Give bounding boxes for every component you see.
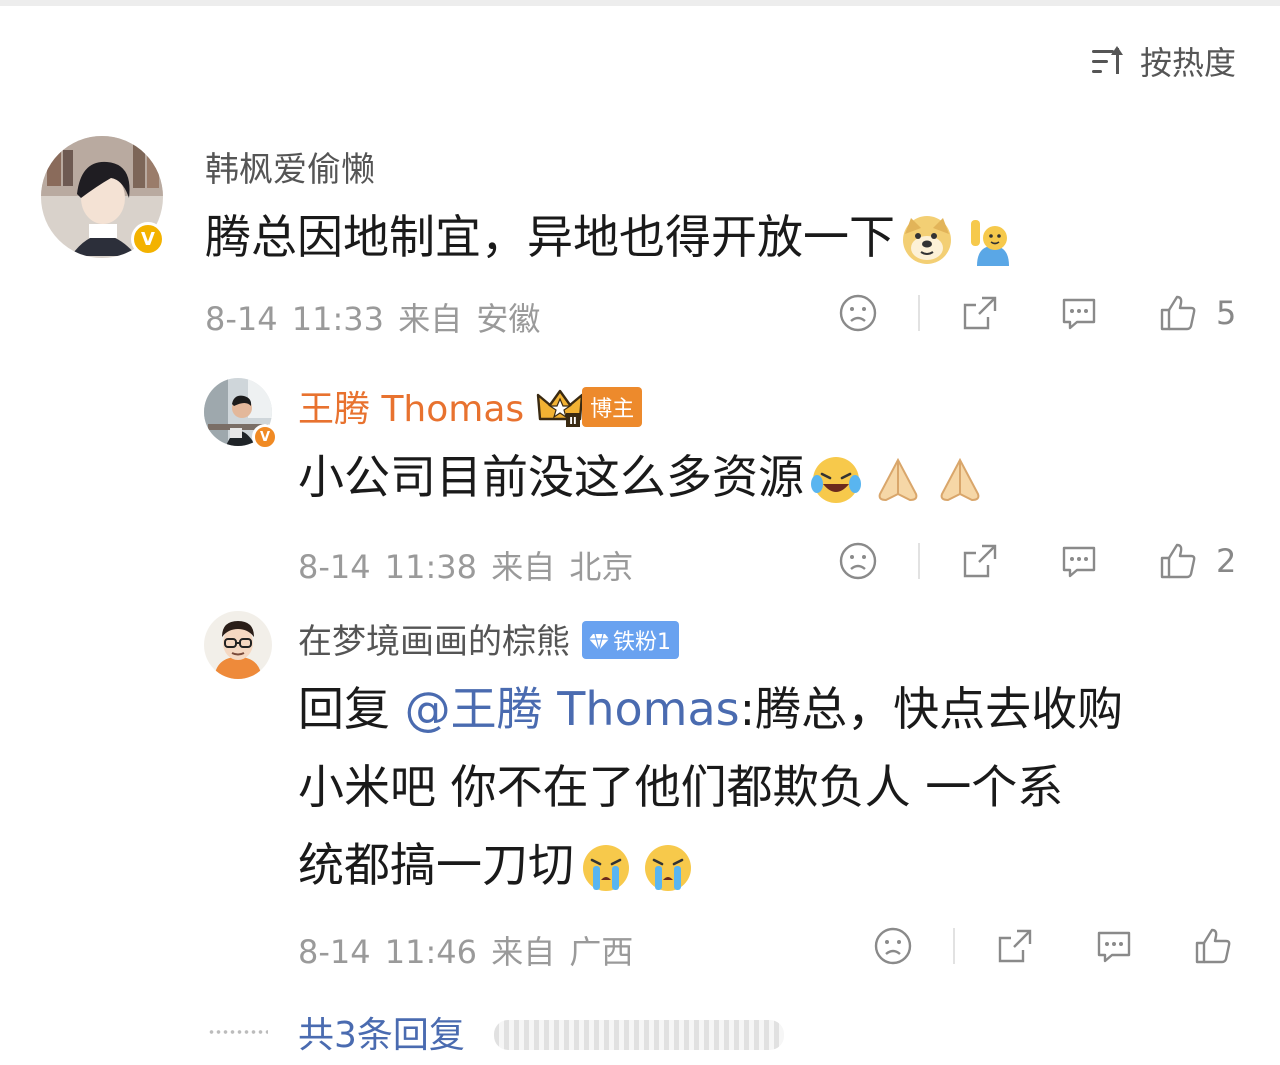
action-divider [918,295,920,331]
comment-content: 腾总因地制宜，异地也得开放一下 [205,198,1019,276]
action-divider [953,928,955,964]
avatar[interactable]: V [41,136,165,258]
like-button[interactable] [1156,291,1200,335]
comment-author[interactable]: 韩枫爱偷懒 [205,142,375,191]
frown-icon [874,927,912,965]
comment-text: 统都搞一刀切 [298,838,574,892]
reply-button[interactable] [1057,291,1101,335]
comment-actions: 5 [0,291,1280,335]
like-button[interactable] [1156,539,1200,583]
diamond-icon [589,633,609,650]
more-replies-row: 共3条回复 [208,1006,465,1058]
thumbs-up-icon [1160,543,1196,579]
comment-actions [0,924,1280,968]
comment-icon [1097,931,1131,963]
dislike-button[interactable] [836,539,880,583]
avatar[interactable] [204,611,272,679]
more-replies-link[interactable]: 共3条回复 [298,1006,465,1058]
crying-emoji [580,839,632,891]
doge-emoji [901,211,953,264]
share-icon [963,544,997,578]
share-button[interactable] [958,539,1002,583]
sort-by-hot-button[interactable]: 按热度 [1090,38,1236,84]
comment-text: :腾总，快点去收购 [739,682,1124,736]
pray-hands-emoji [872,451,924,503]
laugh-cry-emoji [810,451,862,503]
like-count: 5 [1216,294,1237,332]
raise-hand-emoji [967,211,1019,266]
reply-button[interactable] [1057,539,1101,583]
mention-link[interactable]: @王腾 Thomas [405,682,740,736]
fan-badge-label: 铁粉1 [613,629,671,655]
dislike-button[interactable] [871,924,915,968]
thumbs-up-icon [1195,928,1231,964]
comment-content: 回复 @王腾 Thomas:腾总，快点去收购 小米吧 你不在了他们都欺负人 一个… [298,670,1123,904]
comment-icon [1062,298,1096,330]
top-divider [0,0,1280,6]
crown-icon: II [536,387,584,427]
comment-line: 小米吧 你不在了他们都欺负人 一个系 [298,748,1123,826]
share-icon [963,296,997,330]
verified-badge-icon: V [131,222,165,256]
comment-author[interactable]: 王腾 Thomas [298,389,524,430]
frown-icon [839,294,877,332]
sort-descending-icon [1090,44,1128,78]
action-divider [918,543,920,579]
crying-emoji [642,839,694,891]
pray-hands-emoji [934,451,986,503]
share-button[interactable] [993,924,1037,968]
verified-badge-icon: V [252,424,278,450]
share-button[interactable] [958,291,1002,335]
sort-label: 按热度 [1139,44,1236,82]
watermark [494,1020,784,1050]
thumbs-up-icon [1160,295,1196,331]
comment-content: 小公司目前没这么多资源 [298,438,986,516]
comment-text: 小米吧 你不在了他们都欺负人 一个系 [298,760,1064,814]
comment-actions: 2 [0,539,1280,583]
dotted-line [208,1030,268,1034]
like-count: 2 [1216,542,1237,580]
avatar[interactable]: V [204,378,278,450]
comment-author-row: 在梦境画画的棕熊 铁粉1 [298,614,679,663]
comment-line: 回复 @王腾 Thomas:腾总，快点去收购 [298,670,1123,748]
blogger-tag: 博主 [582,387,643,427]
like-button[interactable] [1191,924,1235,968]
fan-badge: 铁粉1 [582,620,679,659]
comment-author-row: 王腾 Thomas II 博主 [298,380,643,432]
comment-line: 统都搞一刀切 [298,826,1123,904]
comment-author[interactable]: 在梦境画画的棕熊 [298,622,570,662]
dislike-button[interactable] [836,291,880,335]
reply-button[interactable] [1092,924,1136,968]
comment-icon [1062,546,1096,578]
frown-icon [839,542,877,580]
reply-prefix: 回复 [298,682,405,736]
comment-text: 小公司目前没这么多资源 [298,450,804,504]
svg-text:II: II [569,416,576,427]
share-icon [998,929,1032,963]
comment-text: 腾总因地制宜，异地也得开放一下 [205,210,895,264]
